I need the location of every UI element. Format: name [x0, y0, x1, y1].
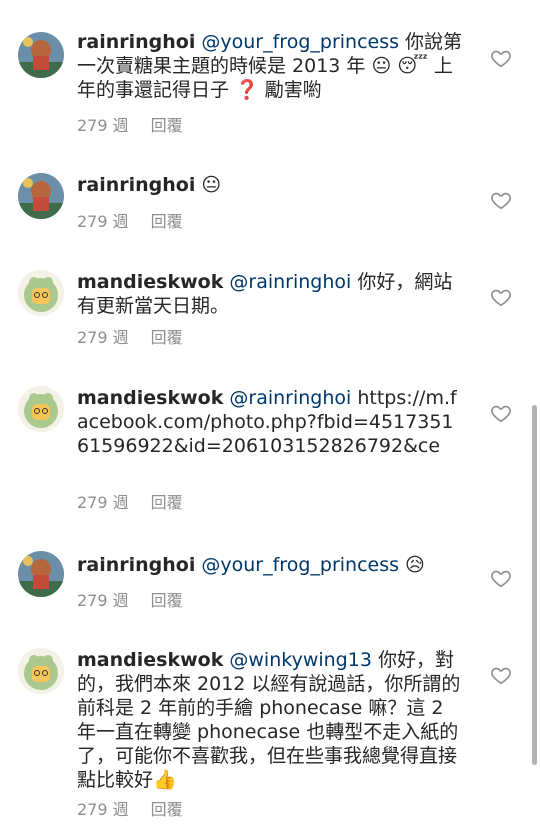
comment-text: rainringhoi @your_frog_princess 😥 — [77, 553, 463, 577]
comment-meta: 279 週 回覆 — [77, 796, 183, 820]
like-heart-icon[interactable] — [490, 402, 512, 424]
comment-username[interactable]: mandieskwok — [77, 387, 223, 409]
reply-button[interactable]: 回覆 — [151, 208, 183, 232]
reply-button[interactable]: 回覆 — [151, 796, 183, 820]
comment-meta: 279 週 回覆 — [77, 324, 183, 348]
avatar[interactable] — [18, 551, 64, 597]
like-heart-icon[interactable] — [490, 47, 512, 69]
comment-time: 279 週 — [77, 493, 129, 512]
comment-time: 279 週 — [77, 116, 129, 135]
comment-body: 😥 — [399, 554, 425, 576]
comment-time: 279 週 — [77, 328, 129, 347]
mandieskwok-avatar-icon — [18, 270, 64, 316]
comment-meta: 279 週 回覆 — [77, 208, 183, 232]
comment-text: mandieskwok @rainringhoi 你好，網站有更新當天日期。 — [77, 270, 463, 318]
comment-meta: 279 週 回覆 — [77, 489, 183, 513]
rainringhoi-avatar-icon — [18, 173, 64, 219]
comment-username[interactable]: mandieskwok — [77, 649, 223, 671]
comment-mention[interactable]: @your_frog_princess — [201, 31, 399, 53]
comment-username[interactable]: rainringhoi — [77, 554, 195, 576]
reply-button[interactable]: 回覆 — [151, 324, 183, 348]
rainringhoi-avatar-icon — [18, 551, 64, 597]
rainringhoi-avatar-icon — [18, 32, 64, 78]
comment-body: 😐 — [195, 174, 222, 196]
reply-button[interactable]: 回覆 — [151, 112, 183, 136]
comment-username[interactable]: rainringhoi — [77, 174, 195, 196]
comment-meta: 279 週 回覆 — [77, 112, 183, 136]
comment-mention[interactable]: @rainringhoi — [229, 271, 351, 293]
like-heart-icon[interactable] — [490, 286, 512, 308]
comment-mention[interactable]: @your_frog_princess — [201, 554, 399, 576]
comment-text: rainringhoi 😐 — [77, 173, 463, 197]
reply-button[interactable]: 回覆 — [151, 587, 183, 611]
avatar[interactable] — [18, 173, 64, 219]
comment-meta: 279 週 回覆 — [77, 587, 183, 611]
like-heart-icon[interactable] — [490, 664, 512, 686]
comment-mention[interactable]: @winkywing13 — [229, 649, 372, 671]
avatar[interactable] — [18, 648, 64, 694]
reply-button[interactable]: 回覆 — [151, 489, 183, 513]
comment-text: mandieskwok @winkywing13 你好，對的，我們本來 2012… — [77, 648, 463, 792]
comment-time: 279 週 — [77, 212, 129, 231]
avatar[interactable] — [18, 386, 64, 432]
mandieskwok-avatar-icon — [18, 648, 64, 694]
like-heart-icon[interactable] — [490, 189, 512, 211]
avatar[interactable] — [18, 270, 64, 316]
comment-username[interactable]: mandieskwok — [77, 271, 223, 293]
comment-username[interactable]: rainringhoi — [77, 31, 195, 53]
comment-text: mandieskwok @rainringhoi https://m.faceb… — [77, 386, 463, 458]
comment-time: 279 週 — [77, 800, 129, 819]
comment-mention[interactable]: @rainringhoi — [229, 387, 351, 409]
avatar[interactable] — [18, 32, 64, 78]
comment-time: 279 週 — [77, 591, 129, 610]
comment-text: rainringhoi @your_frog_princess 你說第一次賣糖果… — [77, 30, 463, 102]
like-heart-icon[interactable] — [490, 567, 512, 589]
mandieskwok-avatar-icon — [18, 386, 64, 432]
scrollbar[interactable] — [532, 405, 537, 765]
